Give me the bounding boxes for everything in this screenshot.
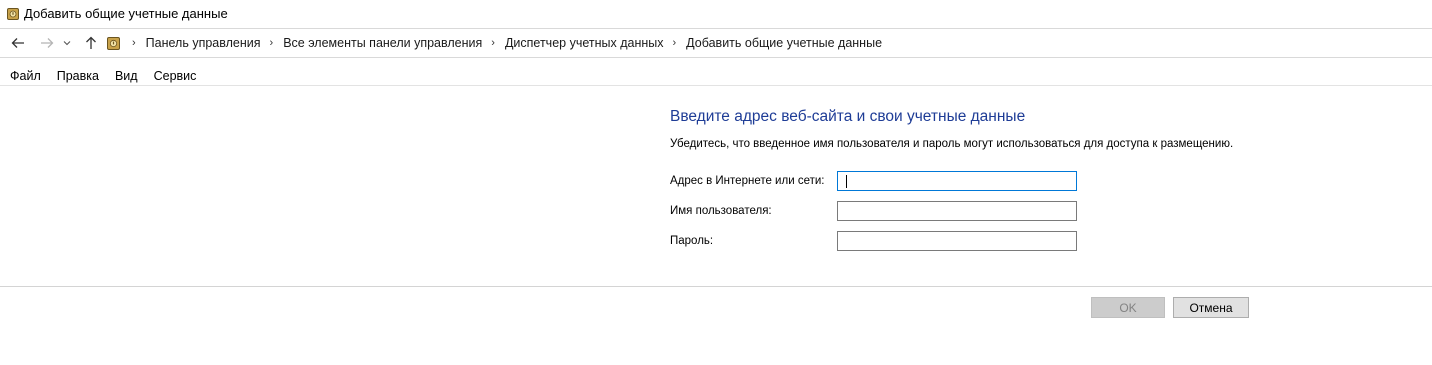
up-button[interactable] [79,31,103,55]
password-label: Пароль: [670,235,714,247]
title-bar: Добавить общие учетные данные [0,0,1432,27]
breadcrumb-item-all-items[interactable]: Все элементы панели управления [280,31,485,55]
credential-form-header: Введите адрес веб-сайта и свои учетные д… [670,108,1370,150]
breadcrumb: › Панель управления › Все элементы панел… [107,29,885,57]
page-title: Введите адрес веб-сайта и свои учетные д… [670,108,1026,125]
username-label: Имя пользователя: [670,205,772,217]
ok-button[interactable]: OK [1091,297,1165,318]
chevron-down-icon [63,40,71,46]
text-caret [846,175,847,188]
arrow-up-icon [85,36,97,50]
credential-manager-icon [7,7,19,20]
recent-locations-button[interactable] [59,31,75,55]
chevron-right-icon[interactable]: › [270,37,274,49]
password-input[interactable] [837,231,1077,251]
username-input[interactable] [837,201,1077,221]
menu-edit[interactable]: Правка [49,66,107,86]
menu-tools[interactable]: Сервис [146,66,205,86]
password-row: Пароль: [670,231,1090,251]
navigation-bar: › Панель управления › Все элементы панел… [0,28,1432,58]
window-title: Добавить общие учетные данные [24,6,228,21]
address-label: Адрес в Интернете или сети: [670,175,825,187]
address-input[interactable] [837,171,1077,191]
breadcrumb-item-credential-manager[interactable]: Диспетчер учетных данных [502,31,667,55]
cancel-button[interactable]: Отмена [1173,297,1249,318]
instructions-text: Убедитесь, что введенное имя пользовател… [670,138,1234,150]
forward-button[interactable] [35,31,59,55]
menu-bar: Файл Правка Вид Сервис [0,66,1432,86]
menu-divider [0,85,1432,86]
back-button[interactable] [6,31,30,55]
chevron-right-icon[interactable]: › [132,37,136,49]
control-panel-icon [107,36,120,50]
chevron-right-icon[interactable]: › [491,37,495,49]
arrow-right-icon [40,37,54,49]
breadcrumb-item-add-credentials[interactable]: Добавить общие учетные данные [683,31,885,55]
address-row: Адрес в Интернете или сети: [670,171,1090,191]
chevron-right-icon[interactable]: › [673,37,677,49]
footer-divider [0,286,1432,287]
username-row: Имя пользователя: [670,201,1090,221]
breadcrumb-item-control-panel[interactable]: Панель управления [143,31,264,55]
menu-view[interactable]: Вид [107,66,146,86]
arrow-left-icon [11,37,25,49]
menu-file[interactable]: Файл [0,66,49,86]
